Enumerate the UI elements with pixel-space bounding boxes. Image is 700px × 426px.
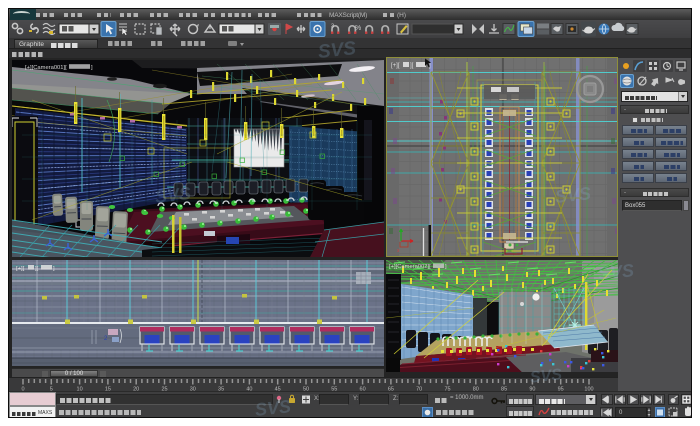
svg-text:[+][Camera002][: [+][Camera002][ xyxy=(389,264,431,270)
svg-text:[+][Camera001][: [+][Camera001][ xyxy=(25,65,67,71)
svg-text:][: ][ xyxy=(35,266,39,272)
svg-text:%: % xyxy=(355,25,361,32)
svg-text:[+][: [+][ xyxy=(391,63,400,69)
svg-text:[+][: [+][ xyxy=(16,266,25,272)
svg-text:3: 3 xyxy=(331,24,334,30)
svg-text:][: ][ xyxy=(410,63,414,69)
